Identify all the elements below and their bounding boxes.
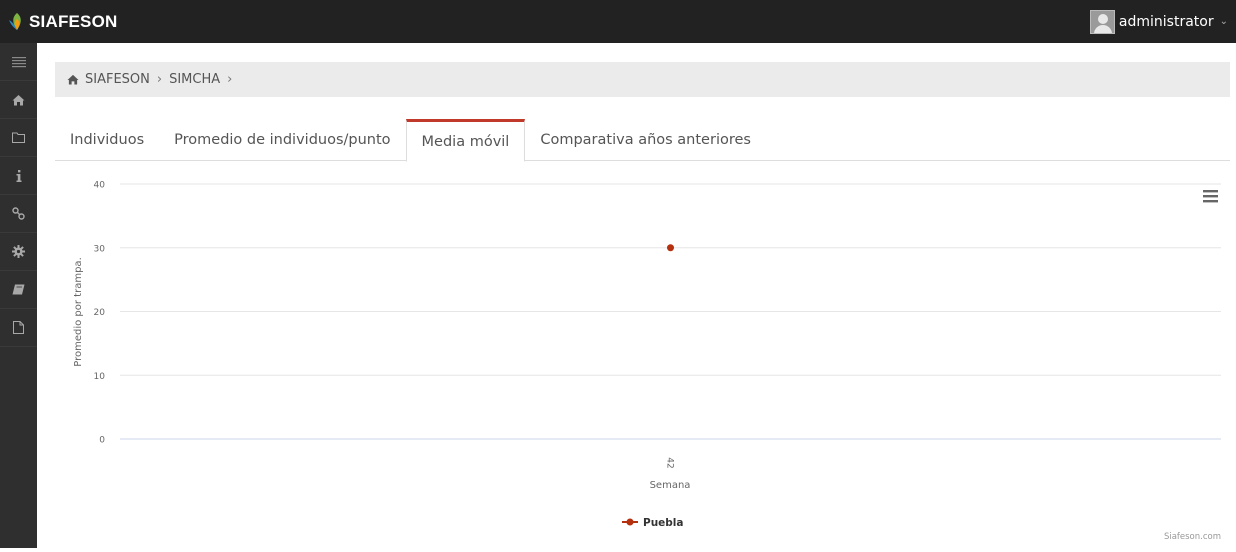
sidebar-item-settings[interactable] <box>0 233 37 271</box>
breadcrumb-separator-icon: › <box>156 72 163 87</box>
chart-credits[interactable]: Siafeson.com <box>1164 532 1221 542</box>
y-tick-label: 40 <box>94 181 106 191</box>
sidebar <box>0 43 37 548</box>
menu-icon <box>11 56 26 67</box>
folder-icon <box>12 132 25 143</box>
x-axis-label: Semana <box>650 480 691 491</box>
y-axis-label: Promedio por trampa. <box>73 257 84 367</box>
sidebar-item-info[interactable] <box>0 157 37 195</box>
info-icon <box>16 169 21 182</box>
chevron-down-icon: ⌄ <box>1219 16 1228 27</box>
y-tick-label: 10 <box>94 372 106 382</box>
data-point[interactable] <box>667 244 674 252</box>
brand[interactable]: SIAFESON <box>6 0 118 43</box>
breadcrumb-separator-icon: › <box>227 72 233 87</box>
sidebar-item-home[interactable] <box>0 81 37 119</box>
y-tick-label: 0 <box>99 436 105 446</box>
sidebar-item-folder[interactable] <box>0 119 37 157</box>
y-tick-label: 30 <box>94 244 106 254</box>
file-icon <box>13 321 24 334</box>
home-icon[interactable] <box>67 74 79 85</box>
tab-bar: Individuos Promedio de individuos/punto … <box>55 119 1230 162</box>
avatar <box>1089 9 1115 34</box>
sidebar-item-book[interactable] <box>0 271 37 309</box>
legend-marker <box>626 518 634 526</box>
chart-menu-icon[interactable] <box>1203 190 1218 203</box>
home-icon <box>12 94 25 105</box>
sidebar-item-link[interactable] <box>0 195 37 233</box>
top-navbar: SIAFESON administrator ⌄ <box>0 0 1236 43</box>
sidebar-item-file[interactable] <box>0 309 37 347</box>
breadcrumb-item-siafeson[interactable]: SIAFESON <box>85 72 150 87</box>
legend-label[interactable]: Puebla <box>643 517 684 529</box>
moving-average-chart: 0 10 20 30 40 42 Promedio por trampa. Semana… <box>73 181 1221 542</box>
breadcrumb-item-simcha[interactable]: SIMCHA <box>169 72 220 87</box>
brand-logo-icon <box>9 12 21 30</box>
sidebar-item-menu[interactable] <box>0 43 37 81</box>
user-name: administrator <box>1118 13 1214 30</box>
tab-promedio-individuos-punto[interactable]: Promedio de individuos/punto <box>159 119 405 161</box>
gear-icon <box>12 245 25 258</box>
x-tick-label: 42 <box>665 457 675 468</box>
user-menu[interactable]: administrator ⌄ <box>1089 0 1228 43</box>
chart-legend[interactable]: Puebla <box>622 517 684 529</box>
tab-comparativa-anios-anteriores[interactable]: Comparativa años anteriores <box>525 119 766 161</box>
y-tick-label: 20 <box>94 308 106 318</box>
tab-individuos[interactable]: Individuos <box>55 119 159 161</box>
breadcrumb: SIAFESON › SIMCHA › <box>55 62 1230 97</box>
link-icon <box>12 207 25 220</box>
brand-name: SIAFESON <box>29 11 118 31</box>
book-icon <box>12 284 25 295</box>
chart-container: 0 10 20 30 40 42 Promedio por trampa. Semana… <box>55 164 1230 548</box>
tab-media-movil[interactable]: Media móvil <box>405 119 526 162</box>
